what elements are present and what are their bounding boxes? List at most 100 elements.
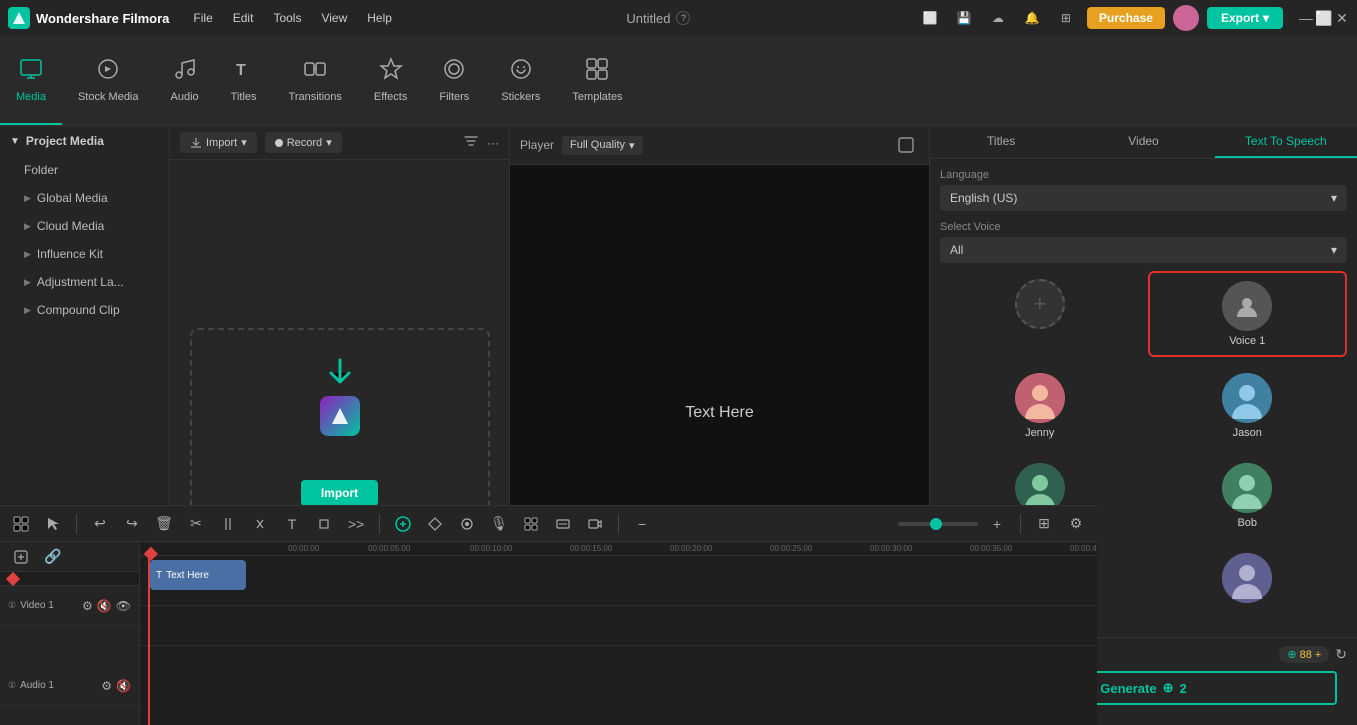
svg-text:T: T bbox=[236, 62, 246, 79]
window-controls: — ⬜ ✕ bbox=[1299, 11, 1349, 25]
export-dropdown-icon: ▾ bbox=[1263, 11, 1269, 25]
expand-arrow: ▶ bbox=[24, 249, 31, 260]
audio1-settings-icon[interactable]: ⚙ bbox=[101, 679, 112, 693]
menu-file[interactable]: File bbox=[185, 7, 220, 29]
toolbar-stickers[interactable]: Stickers bbox=[485, 36, 556, 125]
audio-record-icon[interactable]: 🎙 bbox=[486, 511, 512, 537]
app-name: Wondershare Filmora bbox=[36, 11, 169, 26]
link-icon[interactable]: 🔗 bbox=[40, 544, 66, 570]
voice-card-bob[interactable]: Bob bbox=[1148, 455, 1348, 537]
menu-edit[interactable]: Edit bbox=[225, 7, 262, 29]
icon-grid[interactable]: ⊞ bbox=[1053, 5, 1079, 31]
scene-cut-icon[interactable] bbox=[8, 511, 34, 537]
left-panel-global-media[interactable]: ▶ Global Media bbox=[0, 184, 169, 212]
voice-card-jenny[interactable]: Jenny bbox=[940, 365, 1140, 447]
voice-card-extra2[interactable] bbox=[1148, 545, 1348, 611]
menu-tools[interactable]: Tools bbox=[265, 7, 309, 29]
tab-text-to-speech[interactable]: Text To Speech bbox=[1215, 126, 1357, 158]
refresh-icon[interactable]: ↻ bbox=[1335, 646, 1347, 663]
left-panel-cloud-media[interactable]: ▶ Cloud Media bbox=[0, 212, 169, 240]
preview-settings-icon[interactable] bbox=[893, 132, 919, 158]
clip-color-icon[interactable] bbox=[454, 511, 480, 537]
left-panel-compound-clip[interactable]: ▶ Compound Clip bbox=[0, 296, 169, 324]
redo-icon[interactable]: ↪ bbox=[119, 511, 145, 537]
language-dropdown[interactable]: English (US) ▾ bbox=[940, 185, 1347, 211]
video1-eye-icon[interactable]: 👁 bbox=[116, 599, 131, 613]
toolbar-templates[interactable]: Templates bbox=[556, 36, 638, 125]
timeline-content: 🔗 ① Video 1 ⚙ 🔇 👁 ① Audio 1 ⚙ 🔇 bbox=[0, 542, 1097, 725]
toolbar-filters[interactable]: Filters bbox=[423, 36, 485, 125]
quality-select[interactable]: Full Quality ▾ bbox=[562, 136, 643, 155]
add-voice-card[interactable]: + bbox=[940, 271, 1140, 357]
generate-icon: ⊕ bbox=[1163, 680, 1174, 696]
minimize-button[interactable]: — bbox=[1299, 11, 1313, 25]
crop-icon[interactable] bbox=[311, 511, 337, 537]
toolbar-transitions[interactable]: Transitions bbox=[273, 36, 358, 125]
toolbar-titles[interactable]: T Titles bbox=[215, 36, 273, 125]
tab-video[interactable]: Video bbox=[1072, 126, 1214, 158]
left-panel-folder[interactable]: Folder bbox=[0, 156, 169, 184]
voice-filter-dropdown[interactable]: All ▾ bbox=[940, 237, 1347, 263]
toolbar-stock-media[interactable]: Stock Media bbox=[62, 36, 155, 125]
bob-label: Bob bbox=[1237, 517, 1257, 529]
voice-card-voice1[interactable]: Voice 1 bbox=[1148, 271, 1348, 357]
icon-cloud-upload[interactable]: ☁ bbox=[985, 5, 1011, 31]
record-button[interactable]: Record ▾ bbox=[265, 132, 342, 153]
compound-clip-label: Compound Clip bbox=[37, 303, 120, 317]
zoom-slider[interactable] bbox=[898, 522, 978, 526]
zoom-slider-container bbox=[898, 522, 978, 526]
preview-toolbar: Player Full Quality ▾ bbox=[510, 126, 929, 165]
left-panel-adjustment-layer[interactable]: ▶ Adjustment La... bbox=[0, 268, 169, 296]
more-options-icon[interactable]: ··· bbox=[487, 136, 499, 150]
settings-icon[interactable]: ⚙ bbox=[1063, 511, 1089, 537]
maximize-button[interactable]: ⬜ bbox=[1317, 11, 1331, 25]
title-info-icon[interactable]: ? bbox=[676, 11, 690, 25]
voice-card-jason[interactable]: Jason bbox=[1148, 365, 1348, 447]
delete-icon[interactable]: 🗑 bbox=[151, 511, 177, 537]
close-button[interactable]: ✕ bbox=[1335, 11, 1349, 25]
text-clip[interactable]: T Text Here bbox=[150, 560, 246, 590]
toolbar-effects[interactable]: Effects bbox=[358, 36, 423, 125]
toolbar-media[interactable]: Media bbox=[0, 36, 62, 125]
audio1-mute-icon[interactable]: 🔇 bbox=[116, 679, 131, 693]
voice-filter-arrow: ▾ bbox=[1331, 243, 1337, 257]
left-panel-influence-kit[interactable]: ▶ Influence Kit bbox=[0, 240, 169, 268]
select-tool-icon[interactable] bbox=[40, 511, 66, 537]
purchase-button[interactable]: Purchase bbox=[1087, 7, 1165, 29]
cut-icon[interactable]: ✂ bbox=[183, 511, 209, 537]
icon-bell[interactable]: 🔔 bbox=[1019, 5, 1045, 31]
language-arrow: ▾ bbox=[1331, 191, 1337, 205]
text-icon[interactable]: T bbox=[279, 511, 305, 537]
icon-monitor[interactable]: ⬜ bbox=[917, 5, 943, 31]
project-media-header[interactable]: ▼ Project Media bbox=[0, 126, 169, 156]
multicam-icon[interactable] bbox=[582, 511, 608, 537]
ripple-trim-icon[interactable] bbox=[215, 511, 241, 537]
zoom-in-icon[interactable]: + bbox=[984, 511, 1010, 537]
video-track-content[interactable]: T Text Here bbox=[140, 556, 1097, 606]
import-button[interactable]: Import ▾ bbox=[180, 132, 257, 153]
import-green-button[interactable]: Import bbox=[301, 480, 378, 506]
zoom-out-icon[interactable]: − bbox=[629, 511, 655, 537]
audio-detach-icon[interactable] bbox=[247, 511, 273, 537]
add-track-icon[interactable] bbox=[8, 544, 34, 570]
toolbar-transitions-label: Transitions bbox=[289, 91, 342, 103]
audio-track-content[interactable] bbox=[140, 606, 1097, 646]
quality-arrow: ▾ bbox=[629, 139, 635, 152]
menu-help[interactable]: Help bbox=[359, 7, 400, 29]
undo-icon[interactable]: ↩ bbox=[87, 511, 113, 537]
group-icon[interactable] bbox=[518, 511, 544, 537]
menu-view[interactable]: View bbox=[313, 7, 355, 29]
export-button[interactable]: Export ▾ bbox=[1207, 7, 1283, 29]
user-avatar[interactable] bbox=[1173, 5, 1199, 31]
filter-icon[interactable] bbox=[463, 133, 479, 152]
toolbar-audio[interactable]: Audio bbox=[155, 36, 215, 125]
keyframe-icon[interactable] bbox=[422, 511, 448, 537]
video1-volume-icon[interactable]: 🔇 bbox=[97, 599, 112, 613]
layout-icon[interactable]: ⊞ bbox=[1031, 511, 1057, 537]
subtitle-icon[interactable] bbox=[550, 511, 576, 537]
speed-ramp-icon[interactable] bbox=[390, 511, 416, 537]
tab-titles[interactable]: Titles bbox=[930, 126, 1072, 158]
video1-settings-icon[interactable]: ⚙ bbox=[82, 599, 93, 613]
icon-save[interactable]: 💾 bbox=[951, 5, 977, 31]
more-tools-icon[interactable]: >> bbox=[343, 511, 369, 537]
